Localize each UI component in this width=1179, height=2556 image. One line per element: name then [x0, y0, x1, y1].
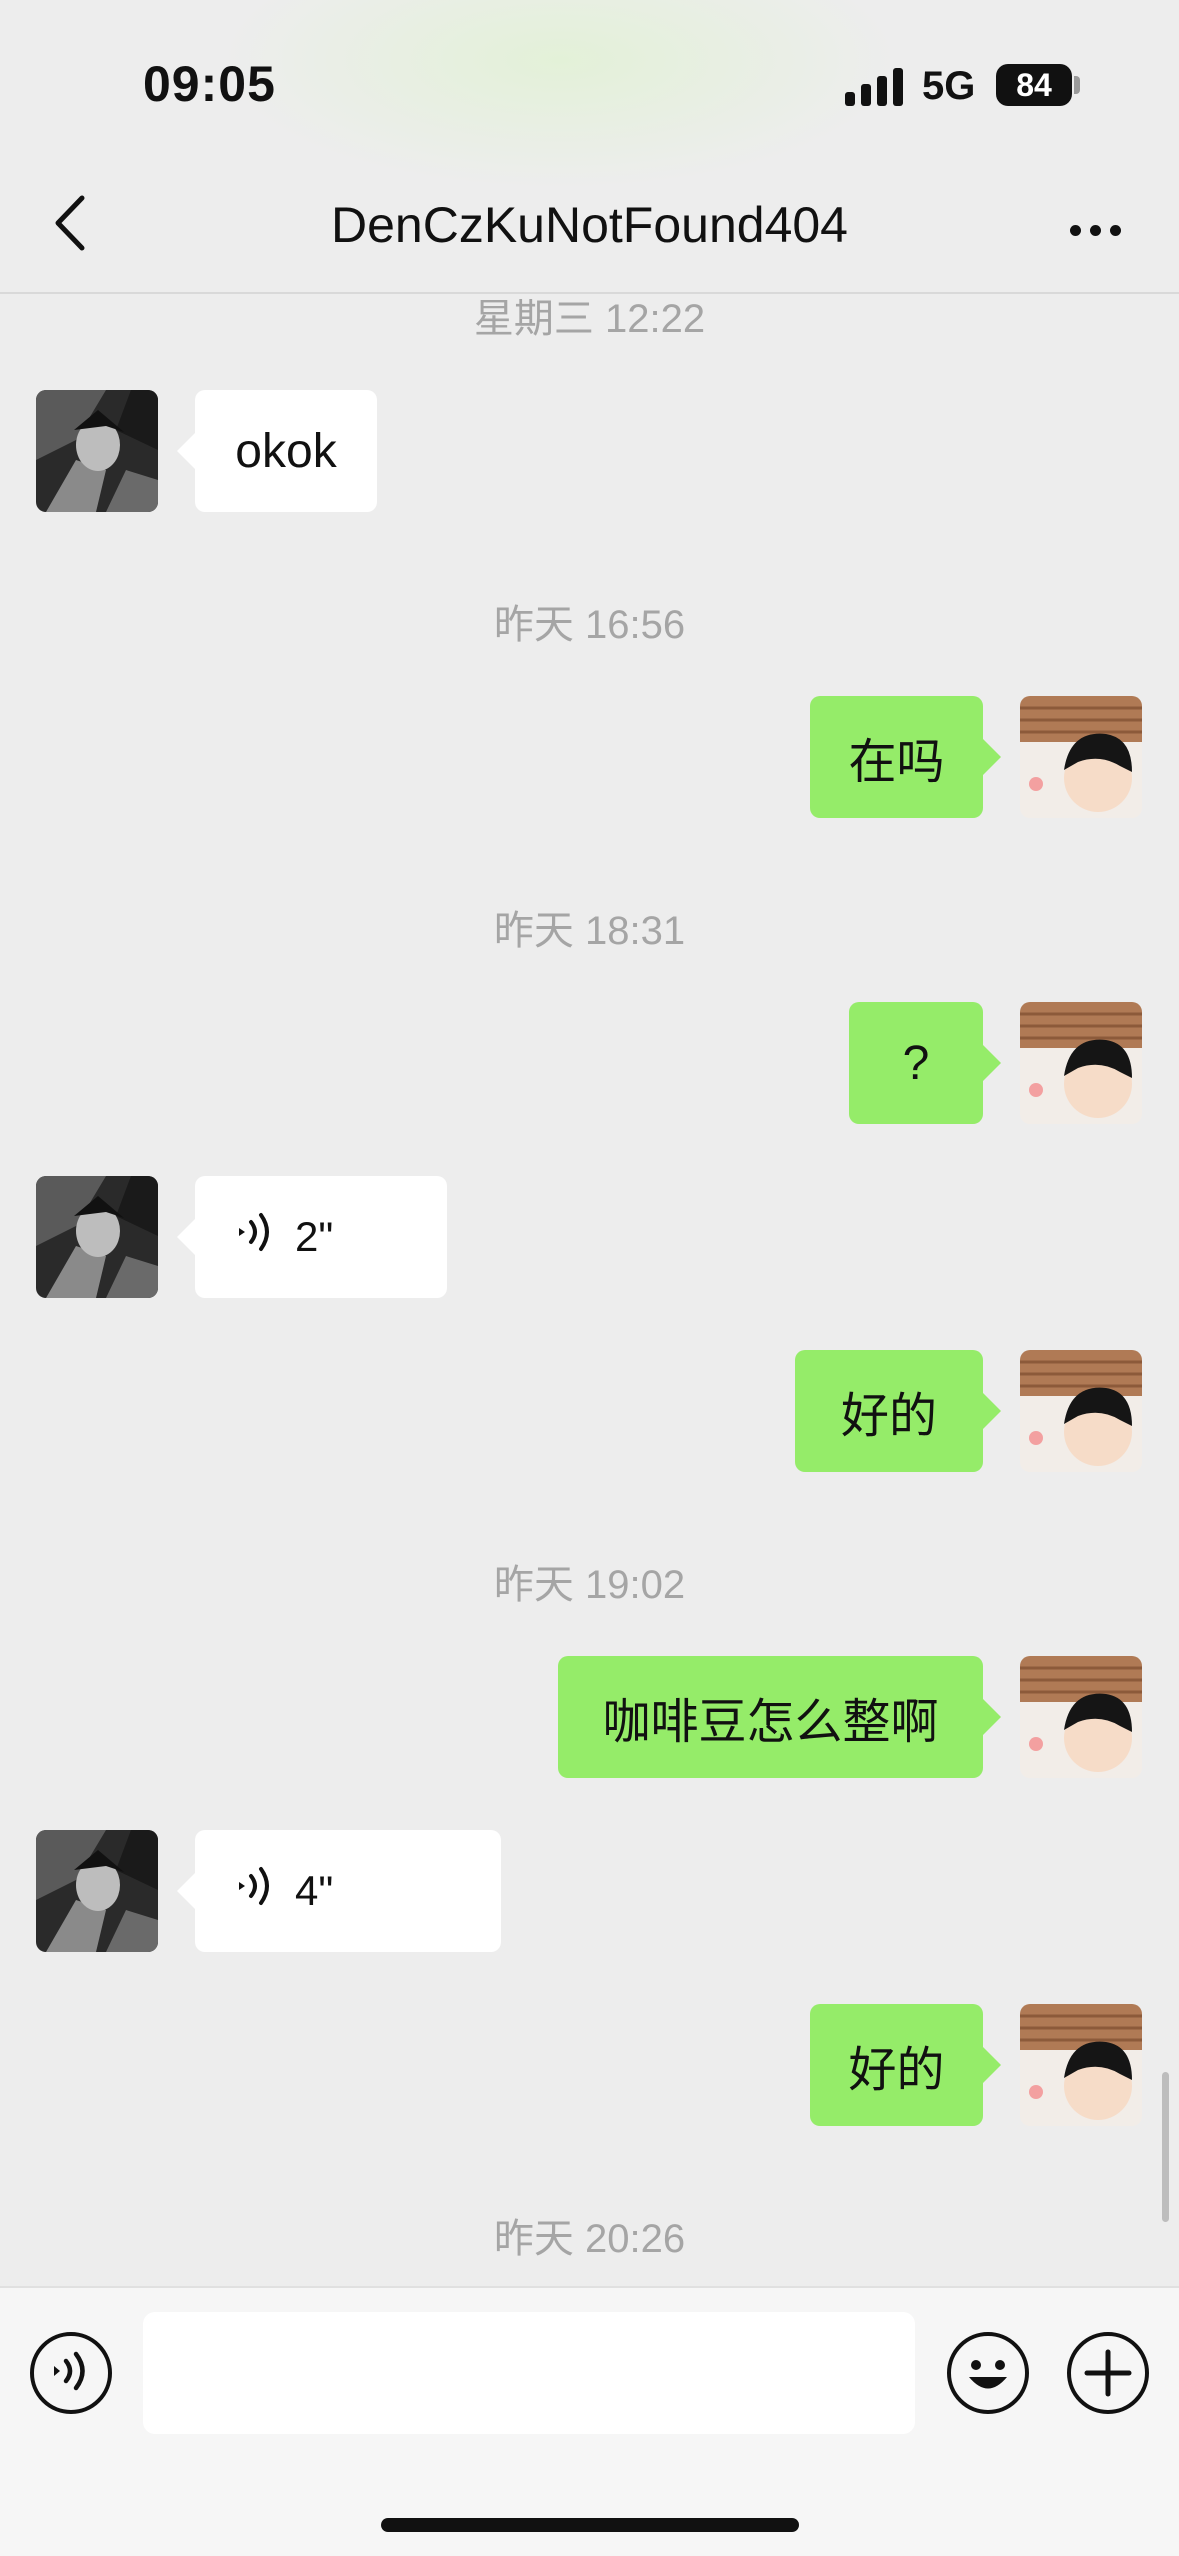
header: 09:05 5G 84 DenCzKuNotFound404	[0, 0, 1179, 294]
emoji-button[interactable]	[947, 2332, 1029, 2414]
more-button[interactable]	[1060, 200, 1130, 260]
my-avatar[interactable]	[1020, 696, 1142, 818]
chat-title: DenCzKuNotFound404	[331, 197, 848, 253]
message-bubble-me[interactable]: 好的	[795, 1350, 1001, 1472]
peer-avatar[interactable]	[36, 1830, 158, 1952]
message-input[interactable]	[143, 2312, 915, 2434]
voice-input-icon	[46, 2346, 96, 2401]
voice-message-peer[interactable]: 4"	[177, 1830, 501, 1952]
input-bar	[0, 2286, 1179, 2556]
voice-message-peer[interactable]: 2"	[177, 1176, 447, 1298]
my-avatar[interactable]	[1020, 1656, 1142, 1778]
timestamp: 星期三 12:22	[473, 297, 706, 341]
timestamp: 昨天 20:26	[493, 2217, 686, 2261]
battery-icon: 84	[996, 64, 1072, 106]
voice-wave-icon	[235, 1210, 273, 1264]
message-bubble-me[interactable]: ?	[849, 1002, 1001, 1124]
voice-duration: 2"	[295, 1213, 334, 1260]
message-bubble-me[interactable]: 好的	[810, 2004, 1001, 2126]
network-type: 5G	[922, 64, 976, 108]
more-actions-button[interactable]	[1067, 2332, 1149, 2414]
more-dots-icon	[1069, 224, 1081, 236]
timestamp: 昨天 19:02	[493, 1563, 686, 1607]
message-bubble-me[interactable]: 在吗	[810, 696, 1001, 818]
message-bubble-peer[interactable]: okok	[177, 390, 377, 512]
voice-duration: 4"	[295, 1867, 334, 1914]
my-avatar[interactable]	[1020, 1002, 1142, 1124]
voice-wave-icon	[235, 1864, 273, 1918]
battery-level: 84	[1016, 66, 1052, 103]
voice-input-button[interactable]	[30, 2332, 112, 2414]
home-indicator[interactable]	[381, 2518, 799, 2532]
message-list[interactable]: 星期三 12:22 okok 昨天 16:56 在吗 昨天 18:31 ? 2"…	[0, 0, 1179, 2285]
chevron-left-icon	[52, 194, 88, 257]
battery-nub	[1074, 76, 1080, 94]
peer-avatar[interactable]	[36, 390, 158, 512]
status-time: 09:05	[143, 56, 276, 112]
timestamp: 昨天 16:56	[493, 603, 686, 647]
timestamp: 昨天 18:31	[493, 909, 686, 953]
scroll-indicator[interactable]	[1162, 2072, 1169, 2222]
message-bubble-me[interactable]: 咖啡豆怎么整啊	[558, 1656, 1001, 1778]
peer-avatar[interactable]	[36, 1176, 158, 1298]
cellular-signal-icon	[845, 66, 905, 106]
my-avatar[interactable]	[1020, 2004, 1142, 2126]
my-avatar[interactable]	[1020, 1350, 1142, 1472]
back-button[interactable]	[40, 190, 100, 260]
